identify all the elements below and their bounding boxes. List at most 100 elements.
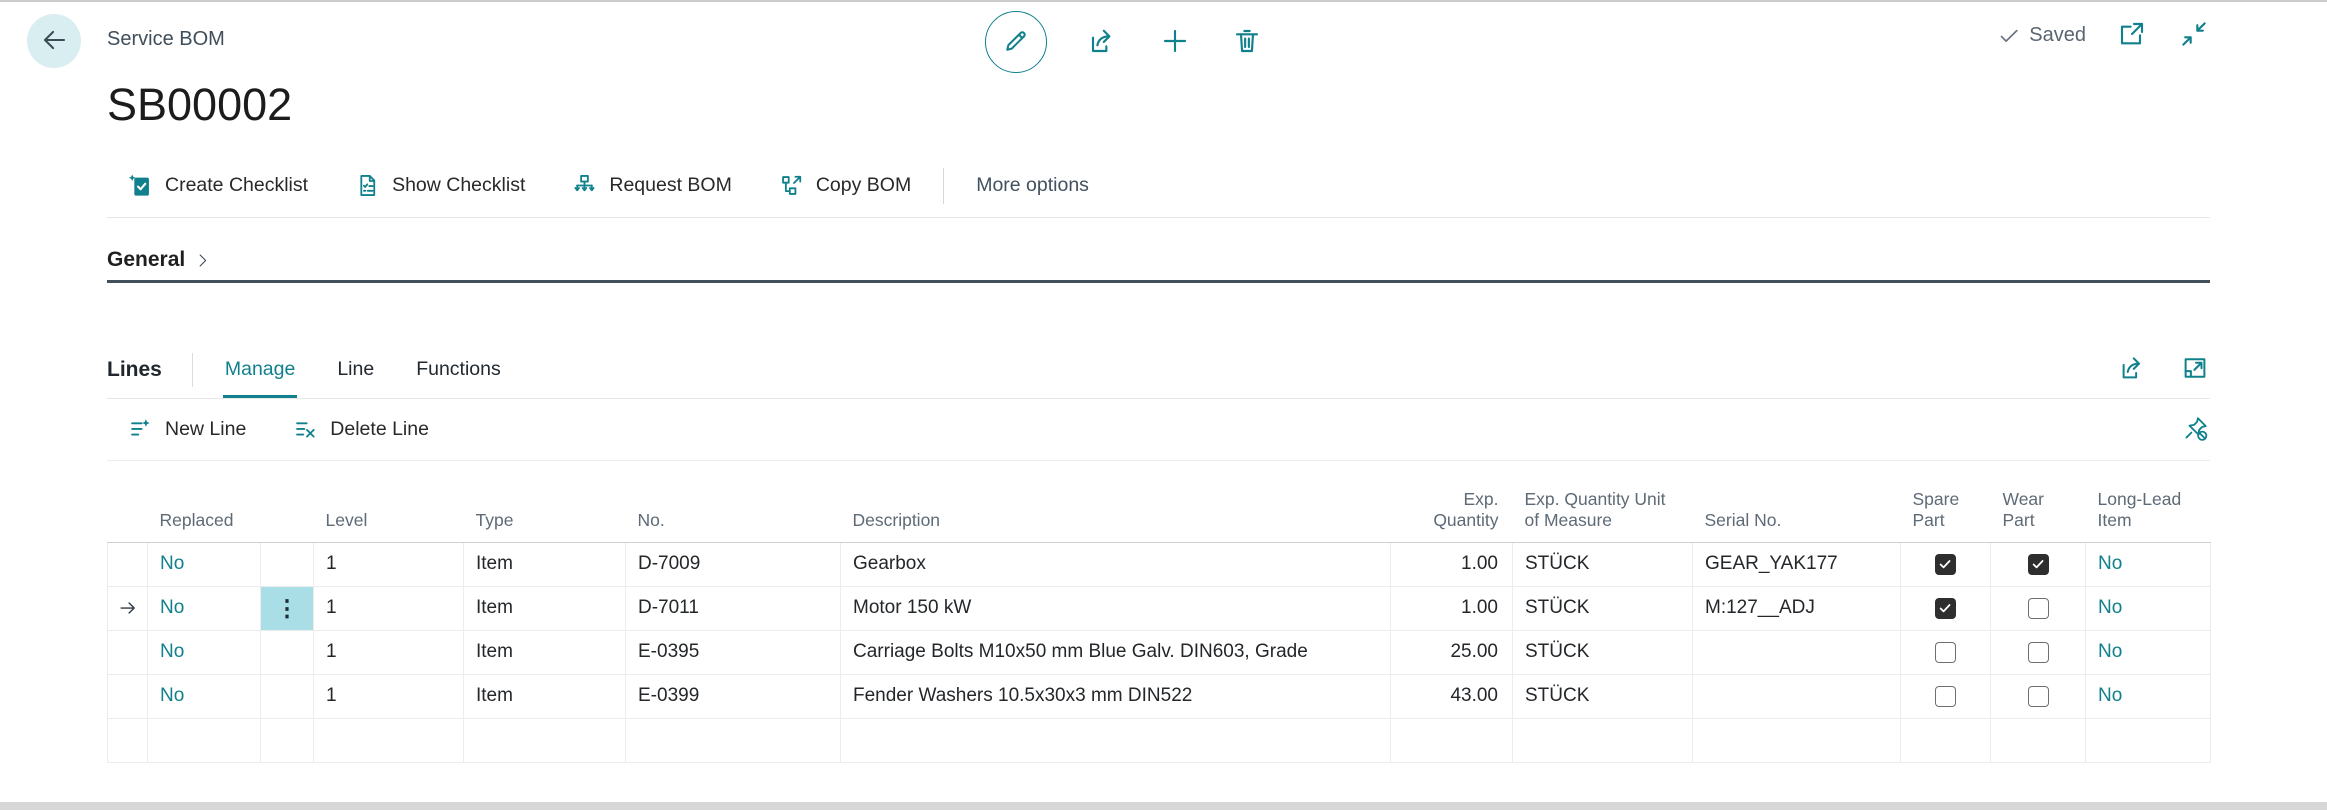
cell-serial_no[interactable]: GEAR_YAK177 [1692,541,1901,587]
long_lead_item-value[interactable]: No [2098,641,2122,662]
cell-serial_no[interactable]: M:127__ADJ [1692,585,1901,631]
create-checklist-button[interactable]: Create Checklist [127,172,308,199]
empty-cell[interactable] [1900,717,1991,763]
cell-spare_part[interactable] [1900,673,1991,719]
empty-cell[interactable] [625,717,841,763]
col-header-description[interactable]: Description [840,473,1391,543]
lines-share-button[interactable] [2118,353,2148,386]
cell-level[interactable]: 1 [313,541,464,587]
cell-level[interactable]: 1 [313,629,464,675]
empty-cell[interactable] [260,717,314,763]
cell-exp_quantity[interactable]: 25.00 [1390,629,1513,675]
collapse-button[interactable] [2178,18,2210,53]
cell-long_lead_item[interactable]: No [2085,673,2211,719]
spare_part-checkbox[interactable] [1935,597,1956,619]
cell-exp_quantity[interactable]: 1.00 [1390,541,1513,587]
lines-expand-button[interactable] [2180,353,2210,386]
copy-bom-button[interactable]: Copy BOM [778,172,911,199]
cell-serial_no[interactable] [1692,673,1901,719]
cell-exp_quantity_uom[interactable]: STÜCK [1512,629,1693,675]
cell-type[interactable]: Item [463,585,626,631]
new-button[interactable] [1159,25,1191,60]
edit-button[interactable] [985,11,1047,73]
empty-cell[interactable] [840,717,1391,763]
cell-spare_part[interactable] [1900,585,1991,631]
replaced-value[interactable]: No [160,685,184,706]
cell-replaced[interactable]: No [147,629,261,675]
col-header-replaced[interactable]: Replaced [147,473,261,543]
back-button[interactable] [27,14,81,68]
spare_part-checkbox[interactable] [1935,553,1956,575]
general-section-header[interactable]: General [107,248,2210,283]
unpin-button[interactable] [2181,414,2210,446]
cell-description[interactable]: Gearbox [840,541,1391,587]
cell-no[interactable]: E-0395 [625,629,841,675]
replaced-value[interactable]: No [160,641,184,662]
tab-line[interactable]: Line [335,341,376,398]
cell-exp_quantity_uom[interactable]: STÜCK [1512,541,1693,587]
row-menu-cell[interactable]: ⋮ [260,585,314,631]
request-bom-button[interactable]: Request BOM [571,172,732,199]
empty-cell[interactable] [1692,717,1901,763]
col-header-exp_quantity_uom[interactable]: Exp. Quantity Unit of Measure [1512,473,1693,543]
cell-level[interactable]: 1 [313,585,464,631]
col-header-level[interactable]: Level [313,473,464,543]
cell-wear_part[interactable] [1990,673,2086,719]
col-header-no[interactable]: No. [625,473,841,543]
wear_part-checkbox[interactable] [2027,553,2049,575]
new-line-button[interactable]: New Line [127,416,246,443]
empty-cell[interactable] [313,717,464,763]
long_lead_item-value[interactable]: No [2098,597,2122,618]
open-in-new-window-button[interactable] [2116,18,2148,53]
cell-long_lead_item[interactable]: No [2085,541,2211,587]
cell-replaced[interactable]: No [147,585,261,631]
col-header-spare_part[interactable]: Spare Part [1900,473,1991,543]
long_lead_item-value[interactable]: No [2098,685,2122,706]
empty-cell[interactable] [1990,717,2086,763]
cell-spare_part[interactable] [1900,629,1991,675]
cell-no[interactable]: E-0399 [625,673,841,719]
delete-button[interactable] [1231,25,1263,60]
cell-exp_quantity_uom[interactable]: STÜCK [1512,585,1693,631]
cell-long_lead_item[interactable]: No [2085,629,2211,675]
cell-spare_part[interactable] [1900,541,1991,587]
cell-wear_part[interactable] [1990,585,2086,631]
tab-functions[interactable]: Functions [414,341,503,398]
cell-description[interactable]: Carriage Bolts M10x50 mm Blue Galv. DIN6… [840,629,1391,675]
cell-exp_quantity[interactable]: 43.00 [1390,673,1513,719]
empty-cell[interactable] [1512,717,1693,763]
col-header-type[interactable]: Type [463,473,626,543]
cell-exp_quantity[interactable]: 1.00 [1390,585,1513,631]
col-header-wear_part[interactable]: Wear Part [1990,473,2086,543]
cell-description[interactable]: Fender Washers 10.5x30x3 mm DIN522 [840,673,1391,719]
cell-wear_part[interactable] [1990,629,2086,675]
empty-cell[interactable] [463,717,626,763]
cell-serial_no[interactable] [1692,629,1901,675]
more-options-button[interactable]: More options [976,174,1089,197]
cell-level[interactable]: 1 [313,673,464,719]
cell-type[interactable]: Item [463,541,626,587]
spare_part-checkbox[interactable] [1935,685,1956,707]
col-header-long_lead_item[interactable]: Long-Lead Item [2085,473,2211,543]
empty-cell[interactable] [1390,717,1513,763]
show-checklist-button[interactable]: Show Checklist [354,172,525,199]
spare_part-checkbox[interactable] [1935,641,1956,663]
cell-type[interactable]: Item [463,629,626,675]
cell-replaced[interactable]: No [147,673,261,719]
empty-cell[interactable] [147,717,261,763]
cell-replaced[interactable]: No [147,541,261,587]
tab-manage[interactable]: Manage [223,341,297,398]
col-header-exp_quantity[interactable]: Exp. Quantity [1390,473,1513,543]
wear_part-checkbox[interactable] [2027,597,2049,619]
cell-long_lead_item[interactable]: No [2085,585,2211,631]
cell-no[interactable]: D-7009 [625,541,841,587]
share-button[interactable] [1087,25,1119,60]
replaced-value[interactable]: No [160,597,184,618]
cell-exp_quantity_uom[interactable]: STÜCK [1512,673,1693,719]
long_lead_item-value[interactable]: No [2098,553,2122,574]
wear_part-checkbox[interactable] [2027,685,2049,707]
cell-type[interactable]: Item [463,673,626,719]
delete-line-button[interactable]: Delete Line [292,416,429,443]
col-header-serial_no[interactable]: Serial No. [1692,473,1901,543]
replaced-value[interactable]: No [160,553,184,574]
